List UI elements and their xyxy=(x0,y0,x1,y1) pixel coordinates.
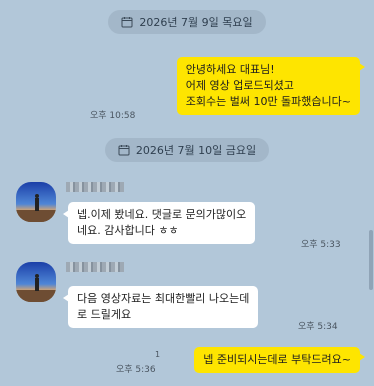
scrollbar[interactable] xyxy=(368,0,374,386)
message-line: 로 드릴게요 xyxy=(77,308,132,321)
message-line: 안녕하세요 대표님! xyxy=(185,63,275,76)
message-time: 오후 5:33 xyxy=(301,240,341,250)
date-pill: 2026년 7월 10일 금요일 xyxy=(104,138,270,162)
message-line: 어제 영상 업로드되셨고 xyxy=(185,79,294,92)
date-divider: 2026년 7월 10일 금요일 xyxy=(0,138,374,162)
calendar-icon xyxy=(118,145,130,156)
date-label: 2026년 7월 9일 목요일 xyxy=(139,16,253,29)
message-line: 네요. 감사합니다 ㅎㅎ xyxy=(77,224,179,237)
message-line: 넵.이제 봤네요. 댓글로 문의가많이오 xyxy=(77,208,247,221)
message-line: 넵 준비되시는데로 부탁드려요~ xyxy=(203,353,351,366)
outgoing-message[interactable]: 안녕하세요 대표님! 어제 영상 업로드되셨고 조회수는 벌써 10만 돌파했습… xyxy=(176,57,366,115)
avatar[interactable] xyxy=(16,262,56,302)
date-divider: 2026년 7월 9일 목요일 xyxy=(0,10,374,34)
incoming-message[interactable]: 넵.이제 봤네요. 댓글로 문의가많이오 네요. 감사합니다 ㅎㅎ xyxy=(62,202,256,244)
message-time: 오후 5:36 xyxy=(116,365,156,375)
date-pill: 2026년 7월 9일 목요일 xyxy=(108,10,266,34)
unread-count: 1 xyxy=(155,350,161,359)
message-line: 다음 영상자료는 최대한빨리 나오는데 xyxy=(77,292,250,305)
message-line: 조회수는 벌써 10만 돌파했습니다~ xyxy=(185,95,351,108)
avatar-image xyxy=(16,182,56,222)
date-label: 2026년 7월 10일 금요일 xyxy=(135,144,257,157)
outgoing-message[interactable]: 넵 준비되시는데로 부탁드려요~ xyxy=(194,347,365,373)
chat-window: 2026년 7월 9일 목요일 안녕하세요 대표님! 어제 영상 업로드되셨고 … xyxy=(0,0,374,386)
message-time: 오후 10:58 xyxy=(90,111,136,121)
avatar-image xyxy=(16,262,56,302)
sender-name-redacted xyxy=(66,182,124,192)
incoming-message[interactable]: 다음 영상자료는 최대한빨리 나오는데 로 드릴게요 xyxy=(62,286,259,328)
message-time: 오후 5:34 xyxy=(298,322,338,332)
avatar[interactable] xyxy=(16,182,56,222)
scrollbar-thumb[interactable] xyxy=(369,230,373,290)
sender-name-redacted xyxy=(66,262,124,272)
calendar-icon xyxy=(121,17,133,28)
